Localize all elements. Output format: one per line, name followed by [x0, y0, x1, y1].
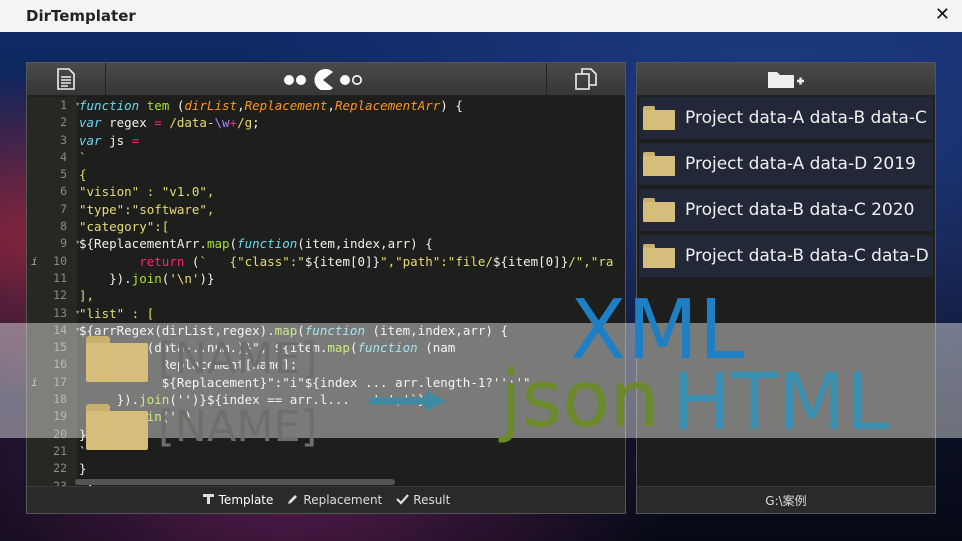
folder-add-icon[interactable]	[637, 63, 935, 95]
tab-label: Result	[413, 493, 451, 507]
code-line[interactable]: 3 var js =	[27, 132, 625, 149]
current-path: G:\案例	[637, 486, 935, 513]
code-text: var js =	[79, 132, 140, 148]
code-text: }	[79, 461, 87, 477]
copy-icon[interactable]	[547, 63, 625, 95]
folder-icon	[643, 244, 675, 268]
folder-icon	[643, 198, 675, 222]
folder-icon	[643, 106, 675, 130]
explorer-toolbar	[637, 63, 935, 96]
code-line[interactable]: 22}	[27, 460, 625, 477]
line-number: 3	[60, 132, 67, 147]
name-placeholder: [NAME]	[158, 334, 318, 384]
tab-result[interactable]: Result	[396, 493, 450, 508]
code-text: "list" : [	[79, 305, 155, 321]
template-icon	[202, 493, 215, 508]
pacman-format-button[interactable]	[106, 63, 547, 95]
line-number: 1	[60, 98, 67, 112]
tab-label: Replacement	[303, 493, 383, 507]
folder-list-item[interactable]: Project data-B data-C 2020	[639, 189, 933, 232]
line-number: 9	[60, 236, 67, 251]
code-text: function tem (dirList,Replacement,Replac…	[79, 98, 463, 113]
code-text: "vision" : "v1.0",	[79, 184, 215, 200]
code-line[interactable]: 12],	[27, 287, 625, 304]
folder-list-item[interactable]: Project data-A data-D 2019	[639, 143, 933, 186]
document-icon[interactable]	[27, 63, 106, 95]
code-text: ],	[79, 288, 95, 304]
folder-name: Project data-A data-D 2019	[685, 154, 916, 174]
tab-replacement[interactable]: Replacement	[287, 493, 382, 508]
folder-list-item[interactable]: Project data-A data-B data-C	[639, 97, 933, 140]
pencil-icon	[287, 493, 299, 508]
line-number: 22	[53, 461, 67, 476]
folder-icon	[86, 404, 148, 450]
line-number: 2	[60, 115, 67, 130]
code-line[interactable]: 7 "type":"software",	[27, 201, 625, 218]
folder-icon	[643, 152, 675, 176]
info-marker-icon: i	[31, 254, 38, 268]
code-text: "category":[	[79, 219, 170, 235]
json-label: json	[500, 355, 660, 445]
check-icon	[396, 493, 410, 508]
code-line[interactable]: 10 i return (` {"class":"${item[0]}","pat…	[27, 253, 625, 270]
html-label: HTML	[672, 358, 890, 448]
line-number: 6	[60, 184, 67, 199]
close-icon[interactable]: ✕	[935, 4, 950, 25]
line-number: 21	[53, 443, 67, 458]
editor-toolbar	[27, 63, 625, 96]
folder-name: Project data-B data-C data-D	[685, 246, 929, 266]
line-number: 12	[53, 288, 67, 303]
code-text: `	[79, 149, 87, 165]
window-title: DirTemplater	[26, 7, 136, 25]
code-text: var regex = /data-\w+/g;	[79, 115, 260, 131]
editor-tabs: Template Replacement Result	[27, 486, 625, 513]
code-line[interactable]: 2 var regex = /data-\w+/g;	[27, 114, 625, 131]
code-line[interactable]: 5{	[27, 166, 625, 183]
code-text: ${ReplacementArr.map(function(item,index…	[79, 236, 433, 252]
code-line[interactable]: 1 ▾ function tem (dirList,Replacement,Repl…	[27, 97, 625, 114]
code-text: {	[79, 167, 87, 183]
code-line[interactable]: 8 "category":[	[27, 218, 625, 235]
title-bar: DirTemplater ✕	[0, 0, 962, 33]
code-text: }).join('\n')}	[79, 270, 215, 286]
folder-name: Project data-A data-B data-C	[685, 108, 927, 128]
code-line[interactable]: 6 "vision" : "v1.0",	[27, 183, 625, 200]
folder-name: Project data-B data-C 2020	[685, 200, 915, 220]
line-number: 7	[60, 201, 67, 216]
arrow-right-icon	[370, 391, 446, 411]
line-number: 4	[60, 149, 67, 164]
tab-template[interactable]: Template	[202, 493, 274, 508]
folder-list-item[interactable]: Project data-B data-C data-D	[639, 235, 933, 278]
tab-label: Template	[218, 493, 274, 507]
horizontal-scrollbar[interactable]	[75, 479, 395, 485]
code-line[interactable]: 4 `	[27, 149, 625, 166]
code-line[interactable]: 11 }).join('\n')}	[27, 270, 625, 287]
code-line[interactable]: 9 ▾ ${ReplacementArr.map(function(item,ind…	[27, 235, 625, 252]
line-number: 11	[53, 270, 67, 285]
line-number: 5	[60, 167, 67, 182]
code-line[interactable]: 13 ▾ "list" : [	[27, 305, 625, 322]
code-text: "type":"software",	[79, 201, 215, 217]
line-number: 8	[60, 219, 67, 234]
folder-icon	[86, 336, 148, 382]
code-text: return (` {"class":"${item[0]}","path":"…	[139, 253, 614, 269]
line-number: 13	[53, 305, 67, 320]
name-placeholder: [NAME]	[158, 402, 318, 452]
